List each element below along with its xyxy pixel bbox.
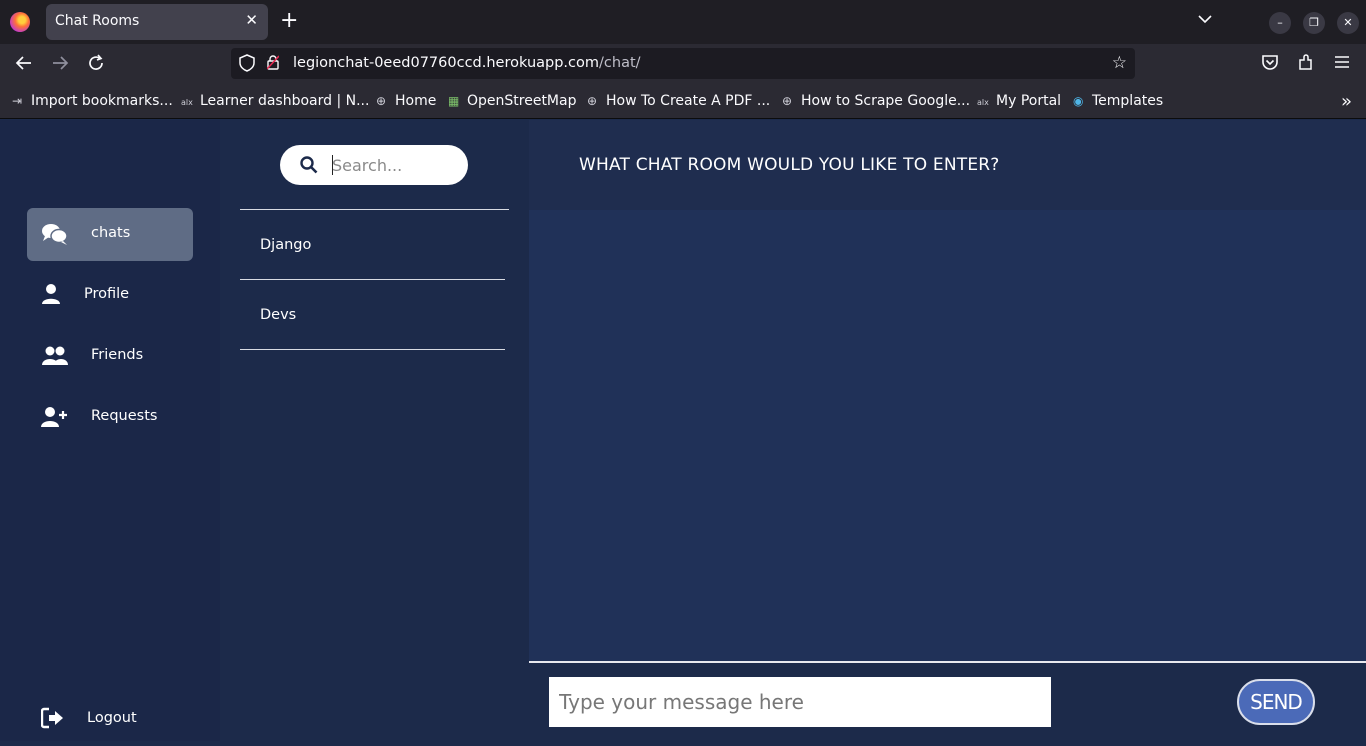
more-bookmarks-icon[interactable]: »: [1341, 91, 1352, 112]
bookmark-label: Templates: [1092, 93, 1164, 109]
search-input[interactable]: [332, 153, 457, 177]
bookmark-item[interactable]: ▦ OpenStreetMap: [448, 93, 576, 109]
bookmark-item[interactable]: ⊕ How to Scrape Google...: [782, 93, 970, 109]
url-host: legionchat-0eed07760ccd.herokuapp.com: [293, 55, 600, 71]
bookmark-label: Learner dashboard | N...: [200, 93, 370, 109]
friends-icon: [41, 344, 69, 370]
bookmark-item[interactable]: ⊕ How To Create A PDF ...: [587, 93, 770, 109]
sidebar-item-label: chats: [91, 225, 131, 241]
sidebar-item-chats[interactable]: chats: [27, 208, 193, 261]
message-area: [529, 210, 1366, 661]
url-path: /chat/: [599, 55, 641, 71]
sidebar-item-label: Requests: [91, 408, 158, 424]
room-list-panel: Django Devs: [220, 120, 529, 741]
logout-label: Logout: [87, 710, 137, 726]
bookmark-item[interactable]: ⊕ Home: [376, 93, 436, 109]
chat-title: WHAT CHAT ROOM WOULD YOU LIKE TO ENTER?: [579, 155, 1000, 175]
browser-tab-bar: Chat Rooms ✕ + – ❐ ✕: [0, 0, 1366, 44]
divider: [240, 349, 505, 350]
divider: [240, 279, 505, 280]
address-bar[interactable]: legionchat-0eed07760ccd.herokuapp.com/ch…: [231, 48, 1135, 79]
logout-button[interactable]: Logout: [27, 693, 193, 746]
bookmark-label: My Portal: [996, 93, 1062, 109]
sidebar-item-label: Friends: [91, 347, 144, 363]
close-window-icon[interactable]: ✕: [1337, 12, 1359, 34]
sidebar-item-friends[interactable]: Friends: [27, 330, 193, 383]
sidebar: chats Profile Friends Requests Logout: [0, 120, 220, 741]
globe-icon: ⊕: [587, 94, 598, 108]
firefox-icon: [10, 12, 30, 32]
globe-icon: ⊕: [782, 94, 793, 108]
canva-icon: ◉: [1073, 94, 1084, 108]
sidebar-item-requests[interactable]: Requests: [27, 391, 193, 444]
map-icon: ▦: [448, 94, 460, 108]
lock-icon[interactable]: [266, 55, 280, 70]
sidebar-item-label: Profile: [84, 286, 130, 302]
shield-icon[interactable]: [239, 54, 255, 76]
browser-nav-bar: legionchat-0eed07760ccd.herokuapp.com/ch…: [0, 44, 1366, 84]
bookmark-item[interactable]: alx My Portal: [977, 93, 1061, 109]
close-tab-icon[interactable]: ✕: [245, 11, 258, 29]
user-icon: [41, 283, 69, 309]
logout-icon: [40, 707, 69, 733]
new-tab-icon[interactable]: +: [280, 9, 298, 33]
user-plus-icon: [41, 405, 69, 431]
bookmark-label: How to Scrape Google...: [801, 93, 971, 109]
bookmark-item[interactable]: ◉ Templates: [1073, 93, 1163, 109]
chat-app: chats Profile Friends Requests Logout Se…: [0, 120, 1366, 741]
room-item-django[interactable]: Django: [260, 237, 311, 253]
message-input[interactable]: [549, 677, 1051, 727]
bookmark-label: OpenStreetMap: [467, 93, 577, 109]
bookmark-label: How To Create A PDF ...: [606, 93, 771, 109]
chat-header: WHAT CHAT ROOM WOULD YOU LIKE TO ENTER?: [529, 120, 1366, 210]
browser-tab[interactable]: Chat Rooms ✕: [46, 4, 268, 40]
chevron-down-icon[interactable]: [1198, 12, 1212, 28]
forward-icon[interactable]: [51, 54, 69, 77]
divider: [240, 209, 509, 210]
message-composer: SEND: [529, 663, 1366, 741]
restore-icon[interactable]: ❐: [1303, 12, 1325, 34]
tab-title: Chat Rooms: [55, 13, 140, 29]
chats-icon: [41, 222, 69, 248]
import-icon: ⇥: [12, 94, 23, 108]
search-icon: [300, 156, 318, 174]
alx-icon: alx: [181, 98, 193, 107]
bookmark-label: Import bookmarks...: [31, 93, 173, 109]
extensions-icon[interactable]: [1297, 54, 1315, 77]
url-text: legionchat-0eed07760ccd.herokuapp.com/ch…: [293, 55, 641, 71]
sidebar-item-profile[interactable]: Profile: [27, 269, 193, 322]
bookmark-item[interactable]: alx Learner dashboard | N...: [181, 93, 369, 109]
alx-icon: alx: [977, 98, 989, 107]
bookmark-star-icon[interactable]: ☆: [1112, 53, 1127, 73]
globe-icon: ⊕: [376, 94, 387, 108]
reload-icon[interactable]: [87, 54, 105, 77]
minimize-icon[interactable]: –: [1269, 12, 1291, 34]
room-item-devs[interactable]: Devs: [260, 307, 296, 323]
send-button[interactable]: SEND: [1237, 679, 1315, 725]
back-icon[interactable]: [15, 54, 33, 77]
bookmark-label: Home: [395, 93, 437, 109]
bookmark-item[interactable]: ⇥ Import bookmarks...: [12, 93, 173, 109]
search-box[interactable]: [280, 145, 468, 185]
menu-icon[interactable]: [1334, 54, 1350, 74]
bookmarks-toolbar: ⇥ Import bookmarks... alx Learner dashboar…: [0, 84, 1366, 119]
pocket-icon[interactable]: [1261, 54, 1279, 76]
